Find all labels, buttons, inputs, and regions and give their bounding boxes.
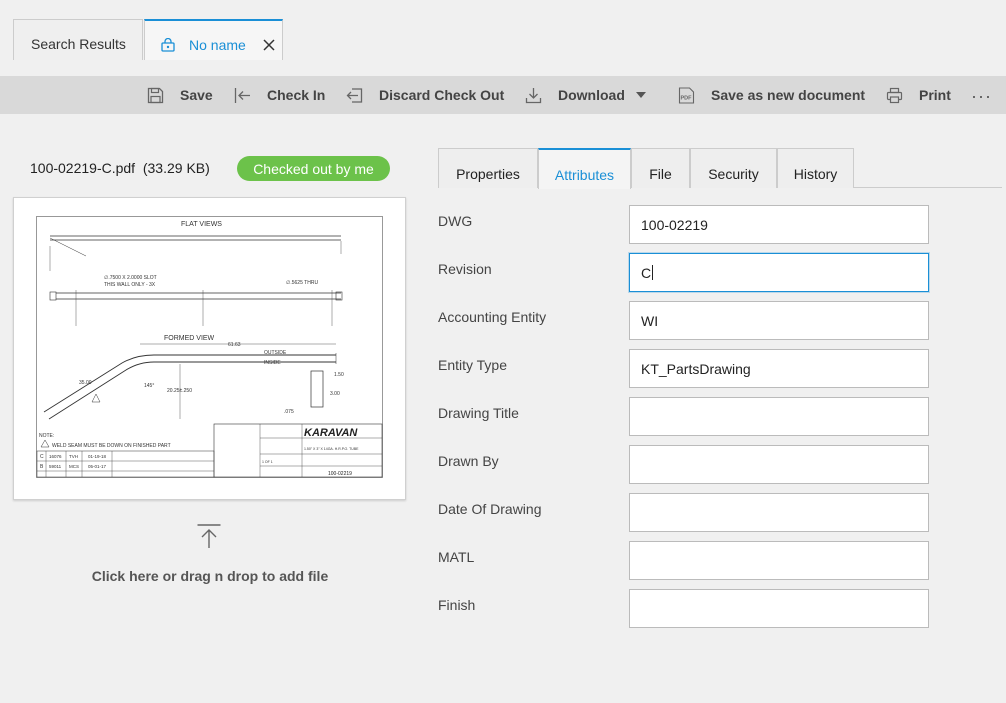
tab-properties[interactable]: Properties — [438, 148, 538, 188]
tab-search-results-label: Search Results — [31, 36, 126, 52]
thru-note: ∅.5625 THRU — [286, 280, 318, 286]
revision-value: C — [641, 264, 652, 281]
rev-c-date: 01-19-18 — [88, 454, 107, 459]
drawing-thumbnail: FLAT VIEWS ∅.7500 X 2.0000 SLOT THIS WAL… — [36, 216, 383, 478]
drawn-by-field[interactable] — [629, 445, 929, 484]
revision-field[interactable]: C — [629, 253, 929, 292]
note-label: NOTE: — [39, 433, 54, 439]
dim-1-50: 1.50 — [334, 372, 344, 378]
rev-c-no: 16076 — [49, 454, 62, 459]
download-button[interactable]: Download — [525, 76, 646, 114]
close-tab-icon[interactable] — [263, 39, 275, 51]
tab-attributes[interactable]: Attributes — [538, 148, 631, 189]
file-name-size: 100-02219-C.pdf (33.29 KB) — [30, 160, 210, 176]
brand-text: KARAVAN — [304, 427, 358, 439]
tab-file[interactable]: File — [631, 148, 690, 188]
part-number: 100-02219 — [328, 471, 352, 477]
save-button[interactable]: Save — [147, 76, 213, 114]
rev-c-by: TVH — [69, 454, 78, 459]
checkout-lock-icon — [161, 37, 175, 52]
inside-label: INSIDE — [264, 360, 281, 366]
weld-note: WELD SEAM MUST BE DOWN ON FINISHED PART — [52, 443, 171, 449]
check-in-icon — [234, 87, 250, 103]
more-options-icon[interactable]: ··· — [971, 86, 992, 107]
revision-label: Revision — [438, 261, 492, 277]
document-preview[interactable]: FLAT VIEWS ∅.7500 X 2.0000 SLOT THIS WAL… — [13, 197, 406, 500]
save-as-new-document-label: Save as new document — [711, 87, 866, 103]
matl-label: MATL — [438, 549, 475, 565]
dwg-label: DWG — [438, 213, 473, 229]
sheet-text: 1 OF 1 — [262, 460, 273, 464]
accounting-entity-field[interactable]: WI — [629, 301, 929, 340]
save-as-new-document-button[interactable]: PDF Save as new document — [678, 76, 865, 114]
tab-history[interactable]: History — [777, 148, 854, 188]
matl-field[interactable] — [629, 541, 929, 580]
discard-check-out-label: Discard Check Out — [379, 87, 505, 103]
chevron-down-icon — [635, 92, 646, 98]
entity-type-field[interactable]: KT_PartsDrawing — [629, 349, 929, 388]
upload-icon[interactable] — [196, 523, 222, 549]
upload-drop-zone[interactable]: Click here or drag n drop to add file — [0, 568, 420, 584]
save-label: Save — [180, 87, 213, 103]
slot-note-2: THIS WALL ONLY - 3X — [104, 282, 156, 288]
dwg-field[interactable]: 100-02219 — [629, 205, 929, 244]
download-icon — [525, 87, 542, 103]
dim-3-00: 3.00 — [330, 391, 340, 397]
print-label: Print — [919, 87, 951, 103]
text-cursor — [652, 265, 654, 280]
document-tab-bar: Search Results No name — [0, 0, 1006, 62]
pdf-icon: PDF — [678, 86, 695, 104]
dim-075: .075 — [284, 409, 294, 415]
dim-61-63: 61.63 — [228, 342, 241, 348]
formed-view-title: FORMED VIEW — [164, 335, 215, 342]
printer-icon — [886, 87, 903, 103]
discard-check-out-button[interactable]: Discard Check Out — [346, 76, 504, 114]
check-in-label: Check In — [267, 87, 326, 103]
discard-check-out-icon — [346, 87, 363, 103]
matl-text: 1.50" X 3" X 14GA. H.R.P.O. TUBE — [304, 447, 359, 451]
tab-search-results[interactable]: Search Results — [13, 19, 143, 60]
rev-c: C — [40, 454, 44, 460]
date-of-drawing-field[interactable] — [629, 493, 929, 532]
finish-field[interactable] — [629, 589, 929, 628]
drawn-by-label: Drawn By — [438, 453, 499, 469]
svg-text:PDF: PDF — [681, 95, 693, 101]
print-button[interactable]: Print — [886, 76, 951, 114]
rev-b-no: 59011 — [49, 464, 62, 469]
dim-35-00: 35.00 — [79, 380, 92, 386]
status-badge: Checked out by me — [237, 156, 390, 181]
document-toolbar: Save Check In Discard Check Out Download… — [0, 76, 1006, 114]
tab-document-label: No name — [189, 36, 246, 53]
check-in-button[interactable]: Check In — [234, 76, 325, 114]
drawing-title-field[interactable] — [629, 397, 929, 436]
dim-145: 145° — [144, 383, 154, 389]
save-icon — [147, 87, 164, 103]
drawing-title-label: Drawing Title — [438, 405, 519, 421]
entity-type-label: Entity Type — [438, 357, 508, 373]
rev-b-by: MCS — [69, 464, 79, 469]
date-of-drawing-label: Date Of Drawing — [438, 501, 542, 517]
tab-security[interactable]: Security — [690, 148, 777, 188]
slot-note: ∅.7500 X 2.0000 SLOT — [104, 275, 157, 281]
tab-document[interactable]: No name — [144, 19, 283, 60]
finish-label: Finish — [438, 597, 476, 613]
flat-views-title: FLAT VIEWS — [181, 221, 222, 228]
dim-20-25: 20.25±.250 — [167, 388, 192, 394]
rev-b-date: 05-01-17 — [88, 464, 107, 469]
download-label: Download — [558, 87, 625, 103]
accounting-entity-label: Accounting Entity — [438, 309, 547, 325]
